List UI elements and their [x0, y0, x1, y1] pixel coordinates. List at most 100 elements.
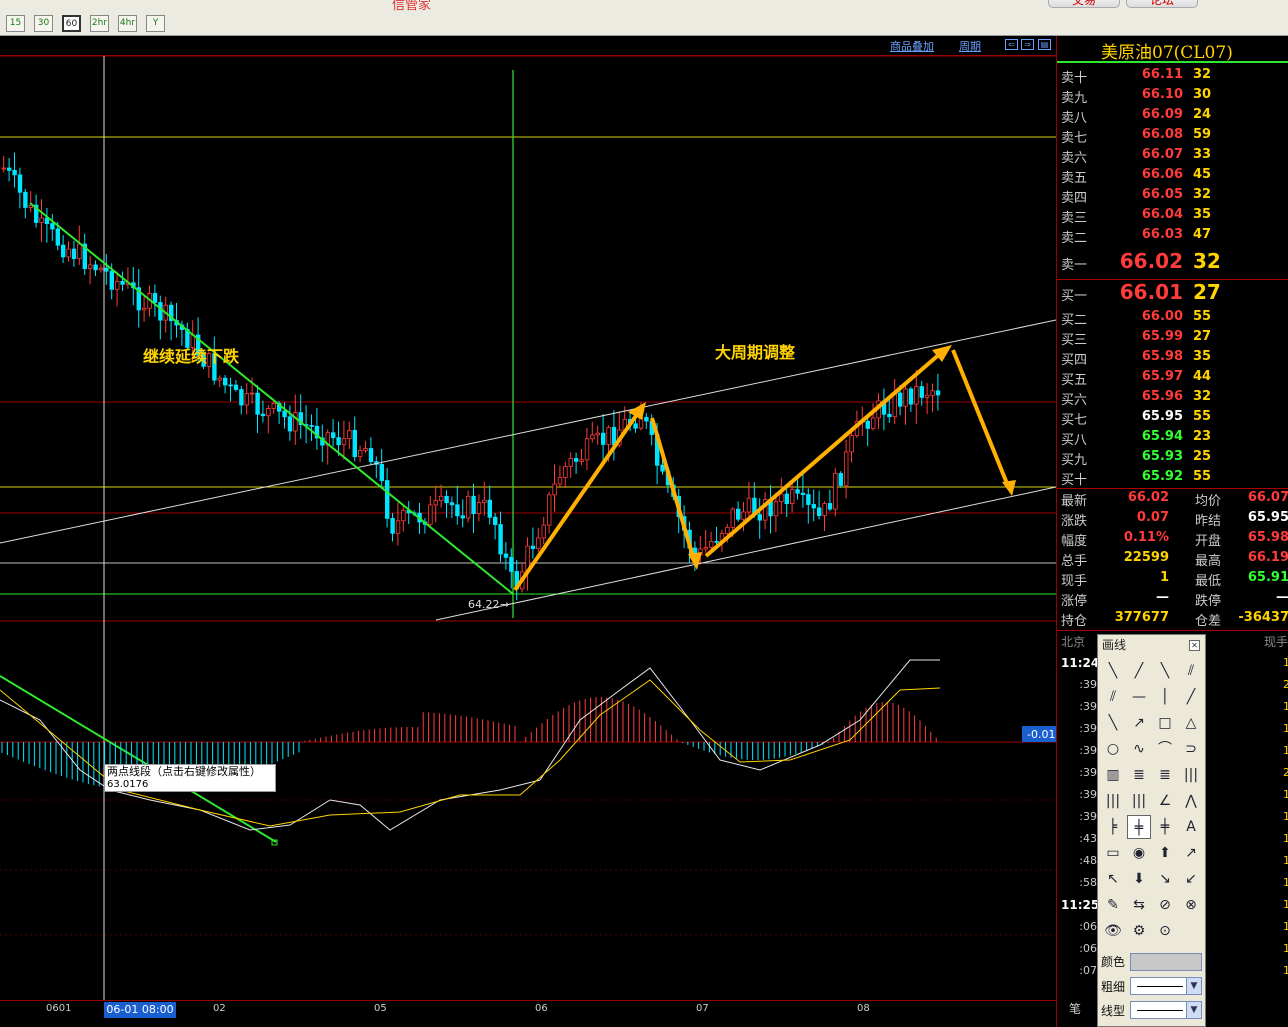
drawing-tool-icon[interactable]: ⬆ — [1153, 841, 1177, 865]
drawing-tool-icon[interactable]: ⊗ — [1179, 893, 1203, 917]
ask-row[interactable]: 卖九 66.10 30 — [1057, 86, 1288, 106]
drawing-tool-icon[interactable]: ||| — [1101, 789, 1125, 813]
overlay-link[interactable]: 商品叠加 — [890, 38, 934, 54]
trade-button[interactable]: 交易 — [1048, 0, 1120, 8]
drawing-tool-icon[interactable]: ⫽ — [1101, 685, 1125, 709]
drawing-tool-icon[interactable]: ≣ — [1127, 763, 1151, 787]
drawing-tool-icon[interactable]: ||| — [1127, 789, 1151, 813]
drawing-tool-icon[interactable]: ✎ — [1101, 893, 1125, 917]
ask-price: 66.10 — [1141, 87, 1183, 102]
bid-row[interactable]: 买六 65.96 32 — [1057, 388, 1288, 408]
drawing-tool-icon[interactable]: ↗ — [1127, 711, 1151, 735]
drawing-tool-icon[interactable]: ⊘ — [1153, 893, 1177, 917]
line-tooltip: 两点线段（点击右键修改属性） 63.0176 — [104, 764, 276, 792]
drawing-tool-icon[interactable]: ↗ — [1179, 841, 1203, 865]
close-icon[interactable]: ✕ — [1189, 640, 1200, 651]
drawing-tool-icon[interactable]: ◉ — [1127, 841, 1151, 865]
bid-row[interactable]: 买四 65.98 35 — [1057, 348, 1288, 368]
low-price-label: 64.22 — [468, 598, 500, 611]
drawing-tool-icon[interactable]: │ — [1153, 685, 1177, 709]
cycle-link[interactable]: 周期 — [959, 38, 981, 54]
ask-row[interactable]: 卖二 66.03 47 — [1057, 226, 1288, 246]
ask-price: 66.07 — [1141, 147, 1183, 162]
drawing-tool-icon[interactable]: ⬇ — [1127, 867, 1151, 891]
drawing-tool-icon[interactable]: A — [1179, 815, 1203, 839]
ask-row[interactable]: 卖七 66.08 59 — [1057, 126, 1288, 146]
tick-time: 11:25 — [1061, 898, 1100, 912]
nav-left-icon[interactable]: ⇐ — [1005, 39, 1018, 50]
ask1-row[interactable]: 卖一 66.02 32 — [1057, 249, 1288, 273]
drawing-tool-icon[interactable]: ○ — [1101, 737, 1125, 761]
bid-row[interactable]: 买七 65.95 55 — [1057, 408, 1288, 428]
drawing-tool-icon[interactable]: △ — [1179, 711, 1203, 735]
drawing-tool-icon[interactable]: 👁 — [1101, 919, 1125, 943]
bid-row[interactable]: 买三 65.99 27 — [1057, 328, 1288, 348]
drawing-tool-icon[interactable]: ╪ — [1127, 815, 1151, 839]
drawing-tool-icon[interactable]: ▭ — [1101, 841, 1125, 865]
drawing-tool-icon[interactable]: ╪ — [1153, 815, 1177, 839]
color-picker[interactable] — [1130, 953, 1202, 971]
drawing-tool-icon[interactable]: ⊙ — [1153, 919, 1177, 943]
nav-right-icon[interactable]: ⇒ — [1021, 39, 1034, 50]
drawing-tool-icon[interactable]: ∠ — [1153, 789, 1177, 813]
drawing-tool-icon[interactable]: ||| — [1179, 763, 1203, 787]
width-select[interactable]: ▼ — [1130, 977, 1202, 995]
stat-value: — — [1276, 590, 1288, 605]
grid-lines — [0, 56, 1056, 936]
drawing-tool-icon[interactable]: ↘ — [1153, 867, 1177, 891]
drawing-tool-icon[interactable]: ╲ — [1101, 711, 1125, 735]
time-label: 02 — [213, 1003, 226, 1014]
drawing-tool-icon[interactable]: ╞ — [1101, 815, 1125, 839]
drawing-tool-icon[interactable]: ╲ — [1153, 659, 1177, 683]
period-button-15[interactable]: 15 — [6, 15, 25, 32]
stat-label: 最高 — [1195, 554, 1222, 569]
ask-row[interactable]: 卖四 66.05 32 — [1057, 186, 1288, 206]
drawing-tool-icon[interactable]: ╲ — [1101, 659, 1125, 683]
ask-row[interactable]: 卖三 66.04 35 — [1057, 206, 1288, 226]
period-button-60[interactable]: 60 — [62, 15, 81, 32]
candle-body — [55, 228, 60, 246]
ask-row[interactable]: 卖六 66.07 33 — [1057, 146, 1288, 166]
candle-body — [784, 493, 789, 504]
drawing-tool-icon[interactable]: ⋀ — [1179, 789, 1203, 813]
drawing-tool-icon[interactable]: ⌒ — [1153, 737, 1177, 761]
bid-row[interactable]: 买八 65.94 23 — [1057, 428, 1288, 448]
bid-row[interactable]: 买五 65.97 44 — [1057, 368, 1288, 388]
stat-label: 涨停 — [1061, 594, 1088, 609]
ask-row[interactable]: 卖八 66.09 24 — [1057, 106, 1288, 126]
drawing-tool-icon[interactable]: ▥ — [1101, 763, 1125, 787]
bid1-row[interactable]: 买一 66.01 27 — [1057, 280, 1288, 304]
linetype-select[interactable]: ▼ — [1130, 1001, 1202, 1019]
drawing-tool-icon[interactable]: ≣ — [1153, 763, 1177, 787]
drawing-tool-icon[interactable]: ∿ — [1127, 737, 1151, 761]
drawing-tool-icon[interactable]: — — [1127, 685, 1151, 709]
candle-body — [39, 217, 44, 223]
candle-body — [601, 432, 606, 445]
drawing-tool-icon[interactable]: ↙ — [1179, 867, 1203, 891]
tick-volume: 1 — [1283, 810, 1288, 823]
stat-label: 现手 — [1061, 574, 1088, 589]
ask-row[interactable]: 卖十 66.11 32 — [1057, 66, 1288, 86]
layout-icon[interactable]: ▤ — [1038, 39, 1051, 50]
width-label: 粗细 — [1101, 980, 1126, 994]
drawing-tool-icon[interactable]: ⇆ — [1127, 893, 1151, 917]
drawing-tool-icon[interactable]: ⫽ — [1179, 659, 1203, 683]
period-button-30[interactable]: 30 — [34, 15, 53, 32]
period-button-4hr[interactable]: 4hr — [118, 15, 137, 32]
period-button-Y[interactable]: Y — [146, 15, 165, 32]
stat-row: 持仓 377677 仓差 -36437 — [1057, 609, 1288, 629]
drawing-tool-icon[interactable]: ↖ — [1101, 867, 1125, 891]
drawing-tool-icon[interactable]: □ — [1153, 711, 1177, 735]
ask-row[interactable]: 卖五 66.06 45 — [1057, 166, 1288, 186]
bid-row[interactable]: 买二 66.00 55 — [1057, 308, 1288, 328]
ask-vol: 45 — [1193, 167, 1212, 182]
bid-row[interactable]: 买九 65.93 25 — [1057, 448, 1288, 468]
drawing-tool-icon[interactable]: ⊃ — [1179, 737, 1203, 761]
candlestick-chart[interactable]: 继续延续下跌 大周期调整 64.22 → -0.01 — [0, 56, 1056, 1000]
drawing-tool-icon[interactable]: ⚙ — [1127, 919, 1151, 943]
period-button-2hr[interactable]: 2hr — [90, 15, 109, 32]
drawing-tool-icon[interactable]: ╱ — [1179, 685, 1203, 709]
forum-button[interactable]: 论坛 — [1126, 0, 1198, 8]
bid-row[interactable]: 买十 65.92 55 — [1057, 468, 1288, 488]
drawing-tool-icon[interactable]: ╱ — [1127, 659, 1151, 683]
